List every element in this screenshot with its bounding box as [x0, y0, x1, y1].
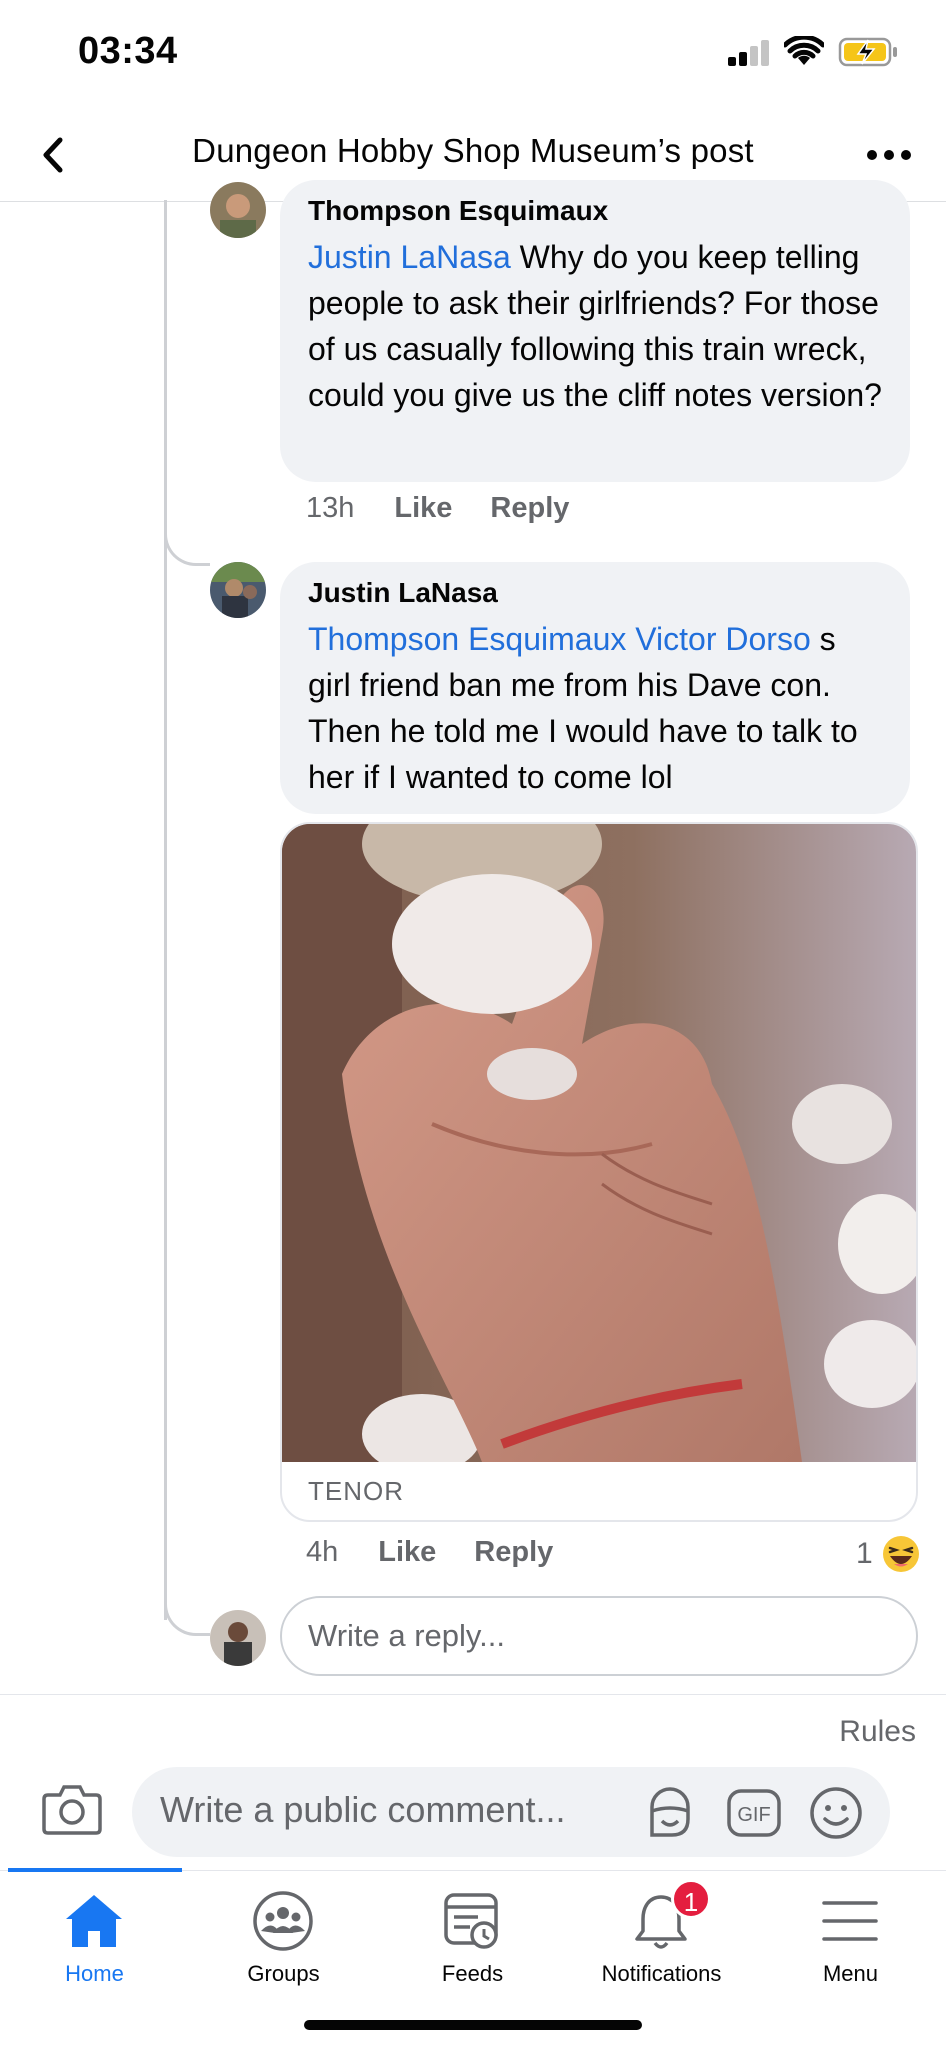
laugh-emoji-icon: [882, 1536, 919, 1572]
gif-icon-text: GIF: [737, 1804, 770, 1826]
home-indicator: [304, 2020, 642, 2030]
tab-label: Menu: [822, 1961, 879, 1986]
gif-source-label: TENOR: [308, 1476, 404, 1506]
thread-connector: [164, 1590, 210, 1636]
mention-link[interactable]: Thompson Esquimaux Victor Dorso: [308, 621, 811, 657]
thread-line: [164, 200, 167, 1620]
comment-time: 13h: [306, 492, 355, 524]
gif-attachment[interactable]: TENOR: [280, 822, 918, 1522]
status-time: 03:34: [78, 30, 178, 72]
tab-label: Home: [65, 1961, 124, 1986]
tab-notifications[interactable]: 1 Notifications: [567, 1871, 756, 1991]
home-icon: [66, 1895, 122, 1947]
tab-feeds[interactable]: Feeds: [378, 1871, 567, 1991]
emoji-icon[interactable]: [808, 1785, 864, 1841]
avatar[interactable]: [210, 182, 266, 238]
like-button[interactable]: Like: [378, 1536, 436, 1569]
tab-groups[interactable]: Groups: [189, 1871, 378, 1991]
mention-link[interactable]: Justin LaNasa: [308, 239, 511, 275]
tab-label: Notifications: [601, 1961, 722, 1986]
tab-label: Groups: [247, 1961, 320, 1986]
reaction-count: 1: [856, 1537, 873, 1570]
avatar-sticker-icon[interactable]: [642, 1785, 698, 1841]
gif-icon[interactable]: GIF: [726, 1785, 782, 1841]
current-user-avatar: [210, 1610, 266, 1666]
reply-button[interactable]: Reply: [490, 492, 569, 525]
comment-bubble: Thompson Esquimaux Justin LaNasa Why do …: [280, 180, 910, 482]
groups-icon: [253, 1891, 313, 1951]
comment-bubble: Justin LaNasa Thompson Esquimaux Victor …: [280, 562, 910, 814]
reaction-summary[interactable]: 1: [856, 1534, 921, 1574]
camera-icon[interactable]: [42, 1781, 102, 1835]
public-comment-placeholder: Write a public comment...: [160, 1789, 566, 1830]
comment-actions: 4h Like Reply: [306, 1536, 591, 1569]
gif-image: [282, 824, 916, 1462]
cellular-signal-icon: [728, 40, 772, 66]
comment-text: Thompson Esquimaux Victor Dorso s girl f…: [308, 616, 882, 800]
like-button[interactable]: Like: [394, 492, 452, 525]
comment-author[interactable]: Justin LaNasa: [308, 576, 882, 610]
thread-connector: [164, 520, 210, 566]
comment-time: 4h: [306, 1536, 339, 1568]
rules-link[interactable]: Rules: [839, 1715, 916, 1749]
wifi-icon: [784, 36, 824, 65]
reply-input[interactable]: Write a reply...: [280, 1596, 918, 1676]
comment-composer: Rules Write a public comment... GIF: [0, 1694, 946, 1870]
comment-author[interactable]: Thompson Esquimaux: [308, 194, 882, 228]
feeds-icon: [444, 1893, 498, 1949]
avatar[interactable]: [210, 562, 266, 618]
reply-button[interactable]: Reply: [474, 1536, 553, 1569]
notification-badge: 1: [671, 1879, 711, 1919]
tab-label: Feeds: [441, 1961, 504, 1986]
status-bar: 03:34: [0, 0, 946, 110]
menu-icon: [822, 1901, 878, 1941]
battery-charging-icon: [838, 37, 897, 67]
comment-text: Justin LaNasa Why do you keep telling pe…: [308, 234, 882, 418]
page-title: Dungeon Hobby Shop Museum’s post: [192, 132, 754, 169]
tab-home[interactable]: Home: [0, 1871, 189, 1991]
comment-actions: 13h Like Reply: [306, 492, 607, 525]
public-comment-input[interactable]: Write a public comment... GIF: [132, 1767, 890, 1857]
tab-menu[interactable]: Menu: [756, 1871, 945, 1991]
more-options-icon[interactable]: [862, 140, 918, 170]
